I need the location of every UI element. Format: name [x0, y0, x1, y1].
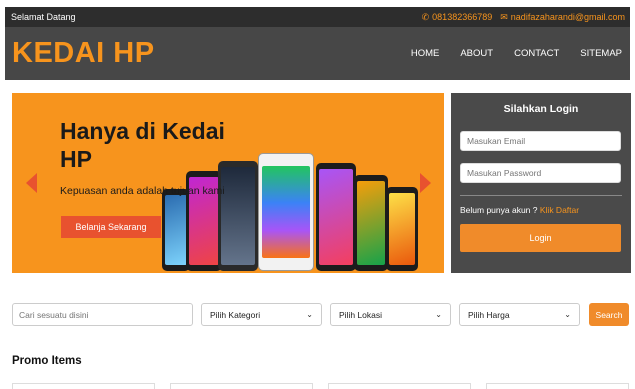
phone-number: 081382366789	[432, 12, 493, 22]
category-select[interactable]: Pilih Kategori ⌄	[201, 303, 322, 326]
search-button[interactable]: Search	[589, 303, 629, 326]
email-contact[interactable]: ✉ nadifazaharandi@gmail.com	[500, 12, 625, 23]
divider	[460, 195, 622, 196]
login-button[interactable]: Login	[460, 224, 621, 252]
brand-logo[interactable]: KEDAI HP	[12, 37, 155, 70]
phone-illustration	[218, 161, 258, 271]
promo-card[interactable]	[486, 383, 629, 389]
phone-icon: ✆	[421, 11, 430, 22]
phone-illustration	[354, 175, 388, 271]
envelope-icon: ✉	[500, 11, 508, 22]
nav-sitemap[interactable]: SITEMAP	[580, 48, 622, 59]
phone-illustration	[386, 187, 418, 271]
price-select[interactable]: Pilih Harga ⌄	[459, 303, 580, 326]
promo-card[interactable]	[170, 383, 313, 389]
email-field[interactable]	[460, 131, 621, 151]
register-text: Belum punya akun ?	[460, 205, 538, 215]
top-bar: Selamat Datang ✆ 081382366789 ✉ nadifaza…	[5, 7, 630, 27]
chevron-down-icon: ⌄	[306, 310, 313, 319]
chevron-down-icon: ⌄	[435, 310, 442, 319]
chevron-down-icon: ⌄	[564, 310, 571, 319]
contact-info: ✆ 081382366789 ✉ nadifazaharandi@gmail.c…	[422, 12, 625, 23]
nav-about[interactable]: ABOUT	[460, 48, 493, 59]
phones-image	[160, 153, 422, 271]
password-field[interactable]	[460, 163, 621, 183]
promo-card[interactable]	[328, 383, 471, 389]
search-input[interactable]	[12, 303, 193, 326]
register-link[interactable]: Klik Daftar	[540, 205, 579, 215]
hero-banner: Hanya di Kedai HP Kepuasan anda adalah t…	[12, 93, 444, 273]
phone-illustration	[258, 153, 314, 271]
location-select[interactable]: Pilih Lokasi ⌄	[330, 303, 451, 326]
nav-home[interactable]: HOME	[411, 48, 440, 59]
location-select-value: Pilih Lokasi	[339, 309, 382, 320]
site-header: KEDAI HP HOME ABOUT CONTACT SITEMAP	[5, 27, 630, 80]
shop-now-button[interactable]: Belanja Sekarang	[61, 216, 161, 238]
login-title: Silahkan Login	[503, 103, 579, 115]
window-frame	[0, 0, 635, 7]
register-prompt: Belum punya akun ? Klik Daftar	[460, 205, 622, 215]
promo-section-title: Promo Items	[12, 355, 82, 367]
main-nav: HOME ABOUT CONTACT SITEMAP	[411, 48, 622, 59]
login-panel: Silahkan Login Belum punya akun ? Klik D…	[451, 93, 631, 273]
promo-card[interactable]	[12, 383, 155, 389]
carousel-prev-arrow-icon[interactable]	[26, 173, 37, 193]
nav-contact[interactable]: CONTACT	[514, 48, 559, 59]
hero-subtitle: Kepuasan anda adalah tujuan kami	[60, 185, 225, 197]
phone-contact[interactable]: ✆ 081382366789	[422, 12, 493, 23]
price-select-value: Pilih Harga	[468, 309, 510, 320]
phone-illustration	[316, 163, 356, 271]
category-select-value: Pilih Kategori	[210, 309, 261, 320]
promo-card-list	[12, 383, 632, 389]
email-address: nadifazaharandi@gmail.com	[510, 12, 625, 22]
welcome-text: Selamat Datang	[11, 12, 76, 22]
